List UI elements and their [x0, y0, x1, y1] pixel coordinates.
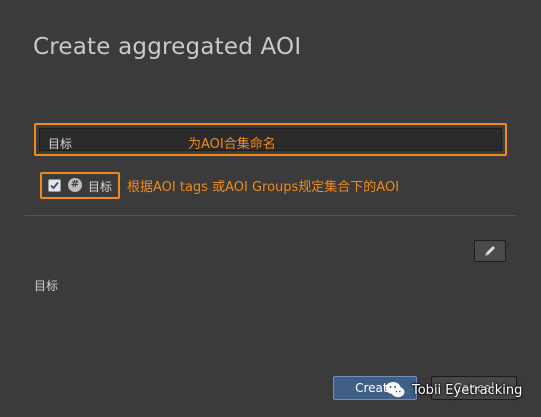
- name-field-annotation: 为AOI合集命名: [188, 137, 276, 152]
- tag-filter-annotation: 根据AOI tags 或AOI Groups规定集合下的AOI: [127, 180, 400, 195]
- create-button[interactable]: Create: [333, 376, 417, 400]
- dialog-title: Create aggregated AOI: [33, 34, 302, 60]
- pencil-icon: [485, 246, 495, 256]
- cancel-button[interactable]: Cancel: [431, 376, 517, 400]
- edit-tags-button[interactable]: [474, 240, 506, 262]
- selected-tag-item: 目标: [34, 279, 59, 293]
- tag-filter-checkbox-row[interactable]: # 目标: [40, 172, 120, 199]
- section-divider: [25, 215, 515, 216]
- create-aggregated-aoi-dialog: Create aggregated AOI 目标 为AOI合集命名 # 目标 根…: [0, 0, 541, 417]
- tag-checkbox[interactable]: [48, 179, 61, 192]
- checkmark-icon: [50, 181, 59, 190]
- aoi-name-input[interactable]: 目标 为AOI合集命名: [39, 128, 502, 152]
- aoi-name-value: 目标: [48, 137, 73, 151]
- hash-icon: #: [68, 178, 82, 192]
- tag-filter-label: 目标: [88, 180, 113, 194]
- aoi-name-field-highlight: 目标 为AOI合集命名: [34, 123, 507, 156]
